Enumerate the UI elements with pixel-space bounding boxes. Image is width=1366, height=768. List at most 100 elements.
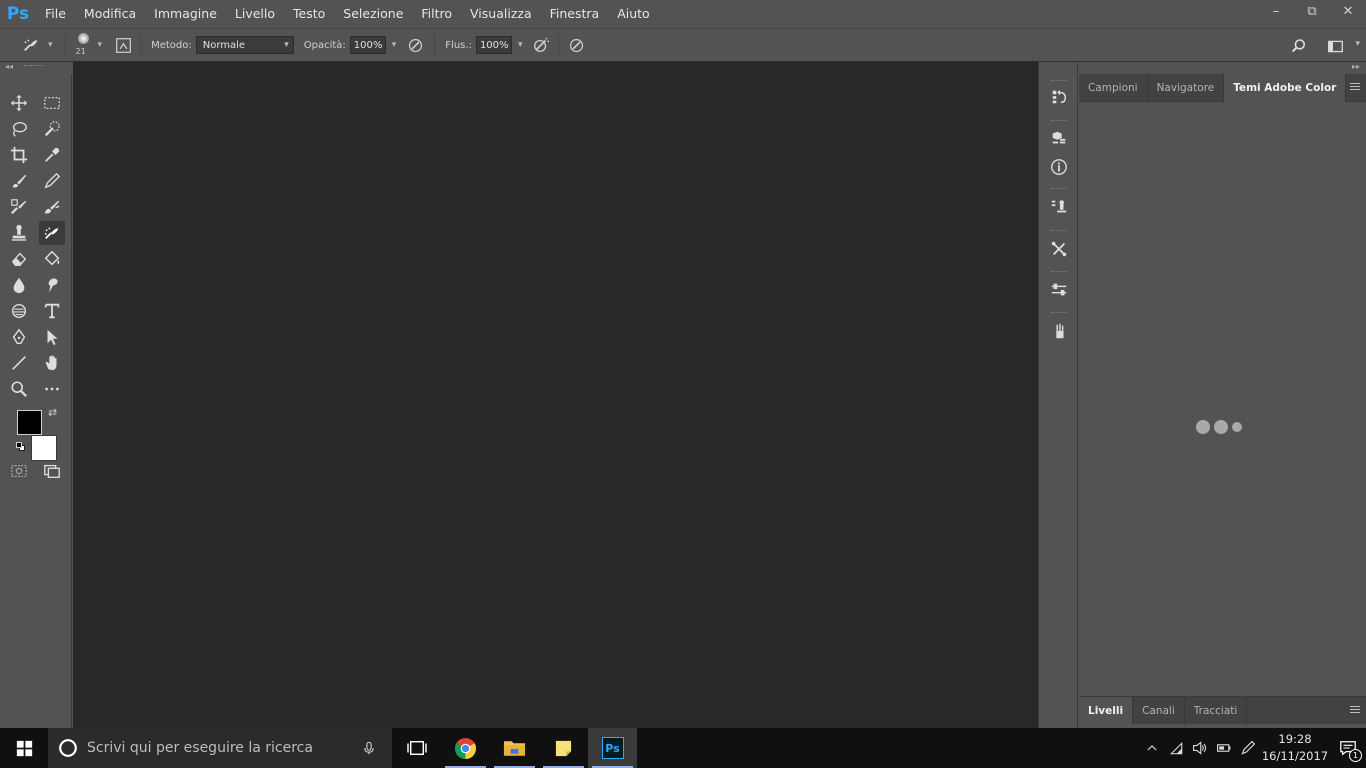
tab-tracciati[interactable]: Tracciati [1185,697,1248,725]
blur-tool[interactable] [6,273,32,297]
search-button[interactable] [1288,35,1310,57]
spot-healing-tool[interactable] [6,169,32,193]
restore-button[interactable]: ⧉ [1294,0,1330,22]
brush-size-picker[interactable]: 21 [72,30,94,60]
taskbar-chrome[interactable] [441,728,490,768]
default-colors-icon[interactable] [16,442,25,451]
pressure-opacity-button[interactable] [404,34,426,56]
taskbar-photoshop[interactable]: Ps [588,728,637,768]
menu-selezione[interactable]: Selezione [334,0,412,28]
chevron-up-icon[interactable] [1140,728,1164,768]
panel-menu-icon[interactable] [1350,83,1360,91]
quick-selection-tool[interactable] [39,117,65,141]
brush-settings-panel-button[interactable] [1044,275,1074,305]
tab-canali[interactable]: Canali [1133,697,1185,725]
task-view-icon [406,740,427,756]
tab-temi-adobe-color[interactable]: Temi Adobe Color [1224,74,1347,102]
menu-modifica[interactable]: Modifica [75,0,145,28]
tool-preset-picker[interactable] [18,34,44,56]
healing-brush-tool[interactable] [39,221,65,245]
move-tool[interactable] [6,91,32,115]
folder-icon [503,741,526,756]
quick-selection-icon [44,121,60,137]
taskbar-sticky-notes[interactable] [539,728,588,768]
chevron-down-icon[interactable]: ▾ [98,40,103,50]
quick-mask-button[interactable] [6,459,32,483]
expand-panel-icon[interactable]: ▸▸ [1352,62,1360,71]
action-center-button[interactable]: 1 [1330,728,1366,768]
pen-tool[interactable] [6,325,32,349]
microphone-icon[interactable] [362,740,376,756]
tab-campioni[interactable]: Campioni [1079,74,1148,102]
taskbar-search[interactable]: Scrivi qui per eseguire la ricerca [48,728,392,768]
chevron-down-icon[interactable]: ▾ [48,40,53,50]
opacity-input[interactable]: 100% [349,36,386,54]
panel-menu-icon[interactable] [1350,706,1360,714]
more-tools[interactable] [39,377,65,401]
screen-mode-icon [44,464,60,478]
menu-testo[interactable]: Testo [284,0,334,28]
marquee-tool[interactable] [39,91,65,115]
taskbar-clock[interactable]: 19:28 16/11/2017 [1260,731,1330,765]
eraser-tool[interactable] [6,247,32,271]
paint-bucket-tool[interactable] [39,247,65,271]
menu-livello[interactable]: Livello [226,0,284,28]
collapse-toolbar-icon[interactable]: ◂◂ [5,62,13,71]
clone-brush-tool[interactable] [6,195,32,219]
mixer-brush-tool[interactable] [39,195,65,219]
minimize-button[interactable]: – [1258,0,1294,22]
chevron-down-icon[interactable]: ▾ [1355,39,1360,49]
menu-aiuto[interactable]: Aiuto [608,0,659,28]
workspace-button[interactable] [1324,35,1346,57]
menu-finestra[interactable]: Finestra [541,0,609,28]
sticky-notes-icon [555,740,572,756]
lasso-tool[interactable] [6,117,32,141]
path-selection-tool[interactable] [39,325,65,349]
type-tool[interactable] [39,299,65,323]
hand-tool[interactable] [39,351,65,375]
task-view-button[interactable] [392,728,441,768]
background-color-swatch[interactable] [31,435,57,461]
network-icon[interactable] [1164,728,1188,768]
clone-source-panel-button[interactable] [1044,192,1074,222]
3d-panel-button[interactable] [1044,123,1074,153]
pressure-size-button[interactable] [565,34,587,56]
tool-presets-panel-button[interactable] [1044,234,1074,264]
clone-stamp-tool[interactable] [6,221,32,245]
menu-visualizza[interactable]: Visualizza [461,0,541,28]
smudge-tool[interactable] [39,273,65,297]
info-panel-button[interactable] [1044,152,1074,182]
brushes-panel-button[interactable] [1044,316,1074,346]
eyedropper-tool[interactable] [39,143,65,167]
history-panel-button[interactable] [1044,82,1074,112]
sponge-tool[interactable] [6,299,32,323]
taskbar-file-explorer[interactable] [490,728,539,768]
arrow-icon [47,329,58,346]
menu-file[interactable]: File [36,0,75,28]
airbrush-button[interactable] [530,34,552,56]
marquee-icon [44,96,60,110]
start-button[interactable] [0,728,48,768]
menu-filtro[interactable]: Filtro [412,0,461,28]
screen-mode-button[interactable] [39,459,65,483]
menu-immagine[interactable]: Immagine [145,0,226,28]
swap-colors-icon[interactable]: ⇄ [48,406,57,419]
crop-tool[interactable] [6,143,32,167]
tab-navigatore[interactable]: Navigatore [1148,74,1225,102]
battery-icon[interactable] [1212,728,1236,768]
tab-livelli[interactable]: Livelli [1079,697,1134,725]
pen-workspace-icon[interactable] [1236,728,1260,768]
flow-input[interactable]: 100% [475,36,512,54]
volume-icon[interactable] [1188,728,1212,768]
close-button[interactable]: ✕ [1330,0,1366,22]
brush-settings-button[interactable] [112,34,134,56]
chevron-down-icon[interactable]: ▾ [392,40,397,50]
foreground-color-swatch[interactable] [17,410,42,435]
cortana-icon [59,739,77,757]
mode-select[interactable]: Normale ▾ [195,36,294,54]
line-tool[interactable] [6,351,32,375]
chevron-down-icon[interactable]: ▾ [518,40,523,50]
zoom-tool[interactable] [6,377,32,401]
pencil-tool[interactable] [39,169,65,193]
document-canvas-area[interactable] [73,62,1038,728]
